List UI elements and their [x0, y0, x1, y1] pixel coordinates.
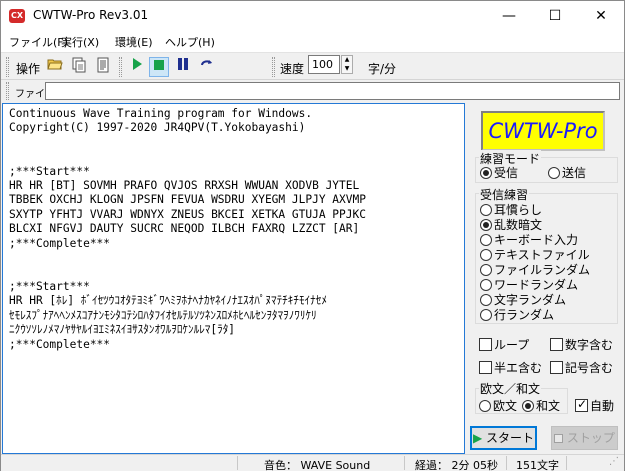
mode-send-label: 送信 [562, 166, 587, 180]
reception-option-label: ファイルランダム [494, 263, 591, 277]
reception-option-radio[interactable]: 行ランダム [480, 306, 554, 323]
radio-dot-icon[interactable] [480, 249, 492, 261]
menu-help[interactable]: ヘルプ(H) [165, 34, 215, 50]
reception-option-label: キーボード入力 [494, 233, 579, 247]
menu-environment[interactable]: 環境(E) [115, 34, 153, 50]
document-icon[interactable] [93, 57, 113, 77]
reception-option-label: 行ランダム [494, 308, 555, 322]
radio-dot-icon[interactable] [480, 219, 492, 231]
window-title: CWTW-Pro Rev3.01 [33, 8, 149, 22]
menu-bar: ファイル(F) 実行(X) 環境(E) ヘルプ(H) [1, 31, 624, 52]
radio-dot-icon[interactable] [480, 264, 492, 276]
play-icon[interactable] [127, 57, 147, 77]
radio-dot-icon[interactable] [522, 400, 534, 412]
reception-option-label: テキストファイル [494, 248, 590, 262]
reception-option-label: ワードランダム [494, 278, 579, 292]
toolbar-grip[interactable] [272, 57, 275, 77]
include-symbols-checkbox[interactable]: 記号含む [550, 359, 613, 376]
radio-dot-icon[interactable] [480, 309, 492, 321]
radio-dot-icon[interactable] [548, 167, 560, 179]
language-western-radio[interactable]: 欧文 [479, 397, 517, 414]
resize-grip-icon[interactable]: ⋰ [609, 456, 619, 467]
open-folder-icon[interactable] [45, 57, 65, 77]
speed-input[interactable]: 100 [308, 55, 340, 74]
stop-icon [554, 434, 564, 443]
auto-label: 自動 [590, 399, 615, 413]
app-logo: CWTW-Pro [481, 111, 605, 151]
play-icon: ▶ [472, 431, 483, 445]
radio-dot-icon[interactable] [480, 234, 492, 246]
file-path-field[interactable] [45, 82, 620, 100]
toolbar-grip[interactable] [119, 57, 122, 77]
radio-dot-icon[interactable] [479, 400, 491, 412]
mode-receive-radio[interactable]: 受信 [480, 164, 518, 181]
stop-button[interactable]: ストップ [551, 426, 618, 450]
menu-run[interactable]: 実行(X) [61, 34, 99, 50]
include-halfwidth-label: 半エ含む [494, 361, 543, 375]
app-logo-icon[interactable]: CX [9, 9, 25, 23]
include-symbols-label: 記号含む [565, 361, 614, 375]
checkbox-icon[interactable] [479, 361, 492, 374]
radio-dot-icon[interactable] [480, 167, 492, 179]
language-japanese-radio[interactable]: 和文 [522, 397, 560, 414]
checkbox-icon[interactable] [575, 397, 588, 412]
status-divider [506, 456, 507, 470]
mode-send-radio[interactable]: 送信 [548, 164, 586, 181]
reception-option-label: 耳慣らし [494, 203, 543, 217]
speed-label: 速度 [280, 62, 305, 76]
start-button-label: スタート [486, 431, 535, 445]
include-numbers-checkbox[interactable]: 数字含む [550, 336, 613, 353]
copy-icon[interactable] [69, 57, 89, 77]
minimize-button[interactable]: — [486, 1, 532, 31]
training-text-area[interactable]: Continuous Wave Training program for Win… [2, 103, 465, 454]
status-divider [566, 456, 567, 470]
language-western-label: 欧文 [493, 399, 518, 413]
reception-option-label: 乱数暗文 [494, 218, 543, 232]
filebar-grip[interactable] [6, 82, 9, 100]
stop-button-label: ストップ [566, 431, 615, 445]
spin-up-icon[interactable]: ▲ [342, 56, 352, 65]
menu-file[interactable]: ファイル(F) [9, 34, 68, 50]
start-button[interactable]: ▶ スタート [470, 426, 537, 450]
checkbox-icon[interactable] [550, 361, 563, 374]
operation-label: 操作 [16, 62, 41, 76]
radio-dot-icon[interactable] [480, 204, 492, 216]
pause-icon[interactable] [173, 57, 193, 77]
spin-down-icon[interactable]: ▼ [342, 65, 352, 74]
loop-checkbox[interactable]: ループ [479, 336, 529, 353]
include-halfwidth-checkbox[interactable]: 半エ含む [479, 359, 542, 376]
toolbar-grip[interactable] [6, 57, 9, 77]
mode-receive-label: 受信 [494, 166, 519, 180]
app-window: CX CWTW-Pro Rev3.01 — ☐ ✕ ファイル(F) 実行(X) … [0, 0, 625, 472]
checkbox-icon[interactable] [479, 338, 492, 351]
include-numbers-label: 数字含む [565, 338, 614, 352]
loop-label: ループ [494, 338, 530, 352]
auto-checkbox[interactable]: 自動 [575, 397, 614, 414]
title-bar[interactable]: CX CWTW-Pro Rev3.01 — ☐ ✕ [1, 1, 624, 31]
language-japanese-label: 和文 [536, 399, 561, 413]
speed-spinner[interactable]: ▲ ▼ [341, 55, 353, 74]
speed-unit-label: 字/分 [368, 62, 397, 76]
language-title: 欧文／和文 [479, 380, 542, 397]
radio-dot-icon[interactable] [480, 279, 492, 291]
radio-dot-icon[interactable] [480, 294, 492, 306]
status-bar: 音色： WAVE Sound 経過： 2分 05秒 151文字 ⋰ [1, 454, 624, 472]
status-divider [237, 456, 238, 470]
close-button[interactable]: ✕ [578, 1, 624, 31]
reception-option-label: 文字ランダム [494, 293, 567, 307]
maximize-button[interactable]: ☐ [532, 1, 578, 31]
stop-icon[interactable] [149, 57, 169, 77]
repeat-icon[interactable] [197, 57, 217, 77]
status-divider [404, 456, 405, 470]
checkbox-icon[interactable] [550, 338, 563, 351]
